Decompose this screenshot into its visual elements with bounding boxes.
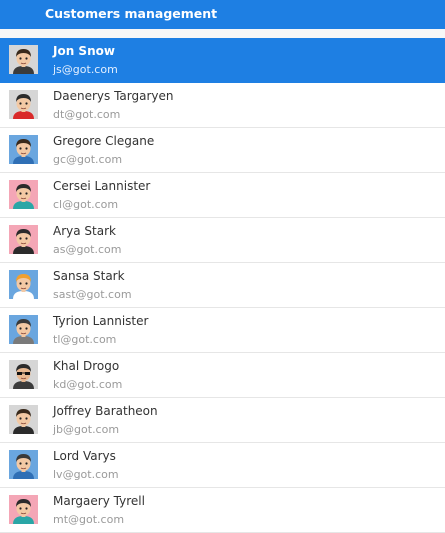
- customer-row[interactable]: Joffrey Baratheon jb@got.com: [0, 398, 445, 443]
- customer-name: Sansa Stark: [53, 269, 125, 283]
- avatar: [9, 495, 38, 524]
- customer-row[interactable]: Jon Snow js@got.com: [0, 38, 445, 83]
- customer-email: jb@got.com: [53, 423, 120, 436]
- avatar: [9, 450, 38, 479]
- customer-email: lv@got.com: [53, 468, 119, 481]
- customer-name: Daenerys Targaryen: [53, 89, 174, 103]
- customer-name: Lord Varys: [53, 449, 116, 463]
- customer-row[interactable]: Lord Varys lv@got.com: [0, 443, 445, 488]
- customer-row[interactable]: Sansa Stark sast@got.com: [0, 263, 445, 308]
- avatar: [9, 315, 38, 344]
- avatar: [9, 90, 38, 119]
- customer-name: Jon Snow: [53, 44, 115, 58]
- customer-email: kd@got.com: [53, 378, 123, 391]
- app-header: Customers management: [0, 0, 445, 29]
- customer-row[interactable]: Daenerys Targaryen dt@got.com: [0, 83, 445, 128]
- customer-email: gc@got.com: [53, 153, 123, 166]
- customer-row[interactable]: Arya Stark as@got.com: [0, 218, 445, 263]
- customer-email: cl@got.com: [53, 198, 119, 211]
- customer-email: sast@got.com: [53, 288, 132, 301]
- customer-name: Gregore Clegane: [53, 134, 155, 148]
- customer-row[interactable]: Tyrion Lannister tl@got.com: [0, 308, 445, 353]
- customer-email: dt@got.com: [53, 108, 121, 121]
- customer-name: Khal Drogo: [53, 359, 120, 373]
- customer-list: Jon Snow js@got.com Daenerys Targaryen dt@g…: [0, 38, 445, 533]
- customer-email: tl@got.com: [53, 333, 117, 346]
- header-divider: [0, 29, 445, 38]
- avatar: [9, 360, 38, 389]
- customer-email: js@got.com: [53, 63, 118, 76]
- customer-name: Cersei Lannister: [53, 179, 151, 193]
- customer-email: as@got.com: [53, 243, 122, 256]
- avatar: [9, 135, 38, 164]
- customer-row[interactable]: Margaery Tyrell mt@got.com: [0, 488, 445, 533]
- avatar: [9, 225, 38, 254]
- customer-name: Joffrey Baratheon: [53, 404, 158, 418]
- customer-row[interactable]: Cersei Lannister cl@got.com: [0, 173, 445, 218]
- avatar: [9, 270, 38, 299]
- customer-row[interactable]: Gregore Clegane gc@got.com: [0, 128, 445, 173]
- customer-row[interactable]: Khal Drogo kd@got.com: [0, 353, 445, 398]
- customer-name: Arya Stark: [53, 224, 116, 238]
- avatar: [9, 405, 38, 434]
- customer-email: mt@got.com: [53, 513, 125, 526]
- avatar: [9, 45, 38, 74]
- avatar: [9, 180, 38, 209]
- page-title: Customers management: [45, 6, 218, 21]
- customer-name: Margaery Tyrell: [53, 494, 145, 508]
- customer-name: Tyrion Lannister: [53, 314, 149, 328]
